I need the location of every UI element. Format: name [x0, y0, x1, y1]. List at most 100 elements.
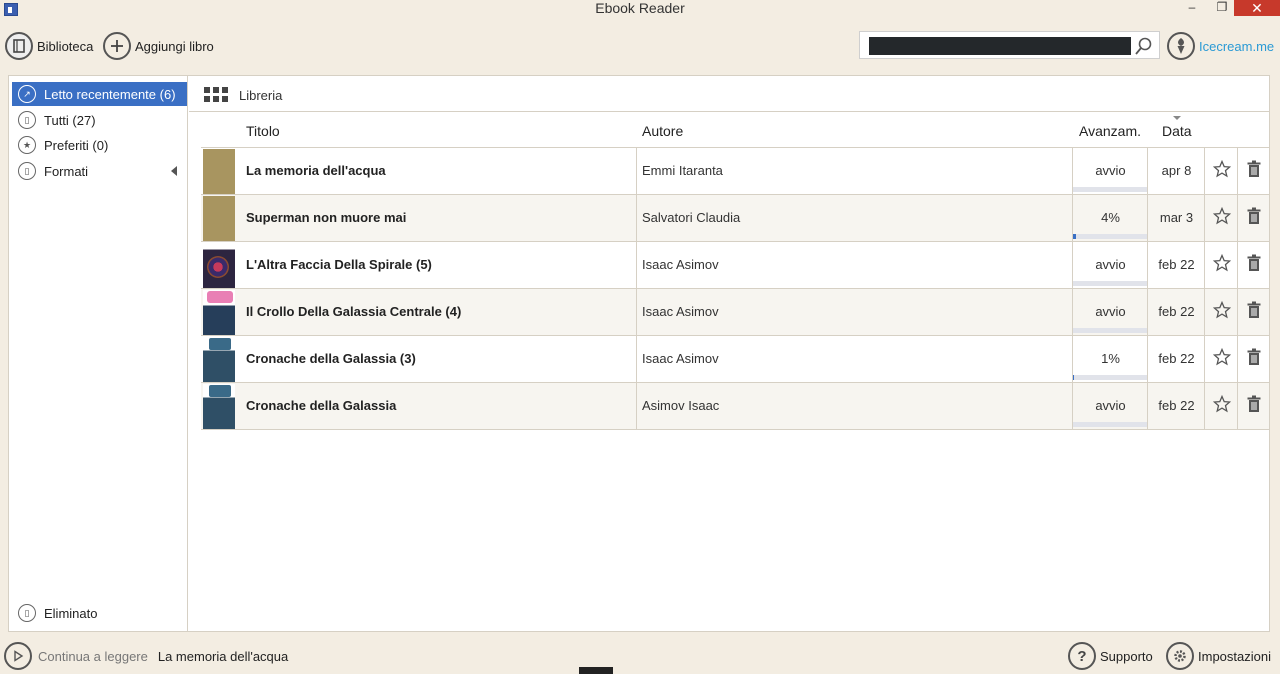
- progress-text: 4%: [1101, 210, 1120, 225]
- column-divider: [636, 383, 637, 430]
- column-header-progress[interactable]: Avanzam.: [1079, 123, 1141, 139]
- support-button[interactable]: ? Supporto: [1068, 642, 1153, 670]
- favorite-star-icon[interactable]: [1205, 395, 1238, 417]
- table-row[interactable]: Cronache della Galassia Asimov Isaac avv…: [201, 383, 1269, 430]
- book-cover[interactable]: [203, 290, 235, 335]
- book-title[interactable]: Cronache della Galassia: [246, 398, 396, 413]
- settings-button[interactable]: Impostazioni: [1166, 642, 1271, 670]
- delete-trash-icon[interactable]: [1238, 301, 1269, 323]
- book-title[interactable]: La memoria dell'acqua: [246, 163, 386, 178]
- delete-trash-icon[interactable]: [1238, 395, 1269, 417]
- sidebar-item-all[interactable]: ▯ Tutti (27): [12, 108, 187, 132]
- book-title[interactable]: Il Crollo Della Galassia Centrale (4): [246, 304, 461, 319]
- expand-arrow-icon[interactable]: [171, 166, 177, 176]
- delete-trash-icon[interactable]: [1238, 207, 1269, 229]
- book-date: mar 3: [1159, 210, 1194, 225]
- library-book-icon: [5, 32, 33, 60]
- sidebar-item-label: Preferiti (0): [44, 137, 109, 153]
- table-row[interactable]: Superman non muore mai Salvatori Claudia…: [201, 195, 1269, 242]
- book-cover[interactable]: [203, 149, 235, 194]
- progress-text: avvio: [1095, 257, 1126, 272]
- favorite-star-icon[interactable]: [1205, 254, 1238, 276]
- book-cover[interactable]: [203, 196, 235, 241]
- footer-bar: Continua a leggere La memoria dell'acqua…: [0, 640, 1280, 674]
- column-divider: [636, 336, 637, 383]
- gear-icon: [1166, 642, 1194, 670]
- sidebar-item-deleted[interactable]: ▯ Eliminato: [18, 604, 97, 622]
- sidebar-item-label: Tutti (27): [44, 112, 96, 128]
- progress-cell: avvio: [1073, 148, 1148, 195]
- book-cover[interactable]: [203, 337, 235, 382]
- table-row[interactable]: Cronache della Galassia (3) Isaac Asimov…: [201, 336, 1269, 383]
- continue-book-title: La memoria dell'acqua: [157, 648, 289, 664]
- search-box: [859, 31, 1160, 59]
- book-title[interactable]: Cronache della Galassia (3): [246, 351, 416, 366]
- sidebar-item-favorites[interactable]: ★ Preferiti (0): [12, 133, 187, 157]
- book-author: Isaac Asimov: [642, 351, 719, 366]
- book-author: Salvatori Claudia: [642, 210, 741, 225]
- book-date: feb 22: [1158, 398, 1195, 413]
- book-date: feb 22: [1158, 351, 1195, 366]
- column-divider: [636, 195, 637, 242]
- library-view: Libreria Titolo Autore Avanzam. Data La …: [189, 76, 1269, 631]
- book-table: La memoria dell'acqua Emmi Itaranta avvi…: [201, 148, 1269, 430]
- progress-cell: avvio: [1073, 289, 1148, 336]
- minimize-button[interactable]: –: [1176, 0, 1208, 16]
- book-title[interactable]: L'Altra Faccia Della Spirale (5): [246, 257, 432, 272]
- book-author: Isaac Asimov: [642, 304, 719, 319]
- book-title[interactable]: Superman non muore mai: [246, 210, 406, 225]
- progress-fill: [1073, 375, 1074, 380]
- book-cover[interactable]: [203, 243, 235, 288]
- delete-trash-icon[interactable]: [1238, 254, 1269, 276]
- progress-cell: 1%: [1073, 336, 1148, 383]
- delete-trash-icon[interactable]: [1238, 348, 1269, 370]
- sidebar-item-label: Eliminato: [44, 605, 98, 621]
- sort-descending-icon: [1173, 116, 1181, 120]
- star-icon: ★: [18, 136, 36, 154]
- column-header-author[interactable]: Autore: [642, 123, 683, 139]
- table-row[interactable]: La memoria dell'acqua Emmi Itaranta avvi…: [201, 148, 1269, 195]
- progress-bar: [1073, 281, 1148, 286]
- continue-reading-button[interactable]: Continua a leggere La memoria dell'acqua: [4, 642, 288, 670]
- sidebar-item-label: Letto recentemente (6): [44, 86, 176, 102]
- favorite-star-icon[interactable]: [1205, 301, 1238, 323]
- close-button[interactable]: ✕: [1234, 0, 1280, 16]
- delete-trash-icon[interactable]: [1238, 160, 1269, 182]
- favorite-star-icon[interactable]: [1205, 207, 1238, 229]
- book-author: Emmi Itaranta: [642, 163, 723, 178]
- trash-icon: ▯: [18, 604, 36, 622]
- column-header-title[interactable]: Titolo: [246, 123, 280, 139]
- tooltip-fragment: [579, 667, 613, 674]
- table-row[interactable]: Il Crollo Della Galassia Centrale (4) Is…: [201, 289, 1269, 336]
- icecream-link[interactable]: Icecream.me: [1167, 31, 1274, 61]
- favorite-star-icon[interactable]: [1205, 160, 1238, 182]
- settings-label: Impostazioni: [1198, 648, 1271, 664]
- add-book-button[interactable]: Aggiungi libro: [103, 31, 214, 61]
- sidebar-item-formats[interactable]: ▯ Formati: [12, 159, 187, 183]
- search-icon[interactable]: [1134, 36, 1154, 56]
- continue-label: Continua a leggere: [38, 648, 148, 664]
- window-title: Ebook Reader: [595, 0, 685, 16]
- grid-view-icon[interactable]: [204, 87, 228, 103]
- progress-bar: [1073, 234, 1148, 239]
- library-label: Biblioteca: [37, 38, 94, 54]
- plus-icon: [103, 32, 131, 60]
- progress-text: avvio: [1095, 163, 1126, 178]
- sidebar-item-recent[interactable]: ↗ Letto recentemente (6): [12, 82, 187, 106]
- add-book-label: Aggiungi libro: [135, 38, 214, 54]
- favorite-star-icon[interactable]: [1205, 348, 1238, 370]
- progress-fill: [1073, 234, 1076, 239]
- progress-bar: [1073, 422, 1148, 427]
- library-button[interactable]: Biblioteca: [5, 31, 93, 61]
- column-divider: [636, 289, 637, 336]
- book-author: Isaac Asimov: [642, 257, 719, 272]
- sidebar: ↗ Letto recentemente (6) ▯ Tutti (27) ★ …: [9, 76, 188, 631]
- sidebar-item-label: Formati: [44, 163, 89, 179]
- column-header-date[interactable]: Data: [1162, 123, 1192, 139]
- book-cover[interactable]: [203, 384, 235, 429]
- icecream-label: Icecream.me: [1199, 38, 1275, 54]
- search-input[interactable]: [869, 37, 1131, 55]
- table-row[interactable]: L'Altra Faccia Della Spirale (5) Isaac A…: [201, 242, 1269, 289]
- play-icon: [4, 642, 32, 670]
- recent-icon: ↗: [18, 85, 36, 103]
